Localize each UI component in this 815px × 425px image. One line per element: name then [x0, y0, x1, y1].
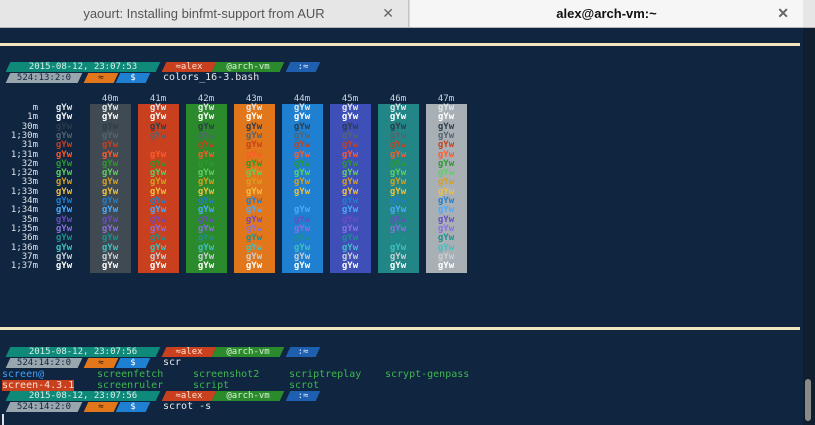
prompt-user-text: ≈alex [175, 62, 203, 72]
completion-item: screen-4.3.1 [2, 380, 75, 391]
prompt-dir-text: :≈ [297, 347, 309, 357]
prompt-jobs-text: 524:14:2:0 [16, 402, 72, 412]
prompt-dir: :≈ [285, 391, 321, 401]
scrollbar[interactable] [803, 28, 815, 425]
prompt-date: 2015-08-12, 23:07:56 [5, 347, 161, 357]
prompt-command: scr [163, 357, 182, 368]
prompt-git: ≈ [83, 73, 119, 83]
color-sample: gYw [197, 261, 215, 272]
color-sample: gYw [293, 261, 311, 272]
prompt-dir: :≈ [285, 347, 321, 357]
prompt-command: scrot -s [163, 401, 212, 412]
prompt-jobs-text: 524:14:2:0 [16, 358, 72, 368]
prompt-date-text: 2015-08-12, 23:07:56 [28, 347, 138, 357]
completion-item: scrot [289, 380, 320, 391]
close-icon[interactable]: ✕ [777, 5, 789, 22]
completion-item: scriptreplay [289, 369, 362, 380]
completion-item: screenshot2 [193, 369, 260, 380]
prompt-host-text: @arch-vm [226, 62, 270, 72]
prompt-dir-text: :≈ [297, 391, 309, 401]
tab-bar: yaourt: Installing binfmt-support from A… [0, 0, 815, 28]
prompt-git-text: ≈ [98, 402, 104, 412]
prompt-date-text: 2015-08-12, 23:07:53 [28, 62, 138, 72]
prompt-sigil: $ [115, 402, 151, 412]
prompt-dir: :≈ [285, 62, 321, 72]
color-sample: gYw [101, 261, 119, 272]
completion-item: screenruler [97, 380, 164, 391]
prompt-sigil: $ [115, 73, 151, 83]
prompt-sigil: $ [115, 358, 151, 368]
prompt-host-text: @arch-vm [226, 347, 270, 357]
color-sample: gYw [389, 261, 407, 272]
prompt-sigil-text: $ [130, 358, 136, 368]
prompt-user: ≈alex [161, 391, 217, 401]
prompt-command: colors_16-3.bash [163, 72, 260, 83]
prompt-sigil-text: $ [130, 402, 136, 412]
prompt-date: 2015-08-12, 23:07:53 [5, 62, 161, 72]
prompt-user-text: ≈alex [175, 347, 203, 357]
prompt-date-text: 2015-08-12, 23:07:56 [28, 391, 138, 401]
close-icon[interactable]: ✕ [382, 5, 394, 22]
prompt-host: @arch-vm [211, 62, 285, 72]
color-sample: gYw [55, 261, 73, 272]
completion-item: scrypt-genpass [385, 369, 470, 380]
tab-bar-spacer [803, 0, 815, 27]
color-sample: gYw [341, 261, 359, 272]
completion-item: screenfetch [97, 369, 164, 380]
color-sample: gYw [149, 261, 167, 272]
prompt-user-text: ≈alex [175, 391, 203, 401]
prompt-jobs: 524:14:2:0 [5, 402, 83, 412]
prompt-git-text: ≈ [98, 358, 104, 368]
prompt-date: 2015-08-12, 23:07:56 [5, 391, 161, 401]
scrollbar-thumb[interactable] [805, 379, 811, 421]
row-label: 1;37m [10, 261, 38, 272]
text-cursor [2, 414, 4, 425]
prompt-jobs: 524:13:2:0 [5, 73, 83, 83]
prompt-git-text: ≈ [98, 73, 104, 83]
prompt-sigil-text: $ [130, 73, 136, 83]
color-sample: gYw [437, 261, 455, 272]
tab-title: alex@arch-vm:~ [556, 6, 657, 21]
tab-title: yaourt: Installing binfmt-support from A… [83, 6, 325, 21]
prompt-host: @arch-vm [211, 391, 285, 401]
tab-alex-terminal[interactable]: alex@arch-vm:~ ✕ [410, 0, 803, 27]
separator-rule [0, 43, 800, 46]
prompt-dir-text: :≈ [297, 62, 309, 72]
prompt-jobs-text: 524:13:2:0 [16, 73, 72, 83]
completion-item: script [193, 380, 230, 391]
prompt-git: ≈ [83, 358, 119, 368]
prompt-git: ≈ [83, 402, 119, 412]
prompt-user: ≈alex [161, 62, 217, 72]
separator-rule [0, 327, 800, 330]
color-sample: gYw [245, 261, 263, 272]
prompt-host: @arch-vm [211, 347, 285, 357]
tab-yaourt[interactable]: yaourt: Installing binfmt-support from A… [0, 0, 409, 27]
prompt-host-text: @arch-vm [226, 391, 270, 401]
prompt-user: ≈alex [161, 347, 217, 357]
prompt-jobs: 524:14:2:0 [5, 358, 83, 368]
completion-item: screen@ [2, 369, 45, 380]
